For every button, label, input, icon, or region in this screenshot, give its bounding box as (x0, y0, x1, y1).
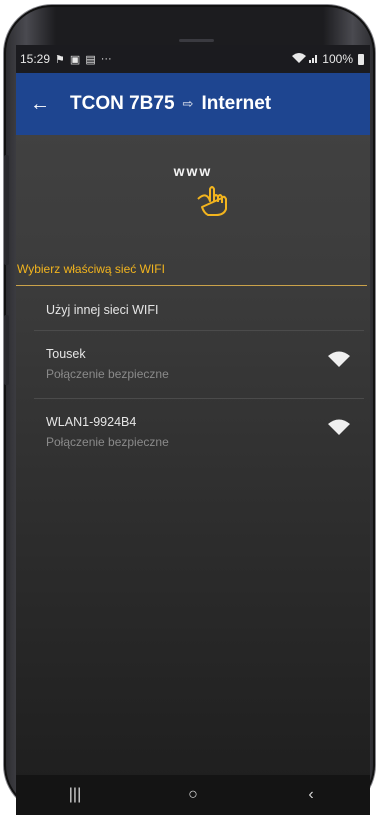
network-name: WLAN1-9924B4 (46, 415, 137, 429)
volume-button (4, 155, 9, 265)
wifi-icon (328, 351, 350, 367)
status-time: 15:29 (20, 52, 51, 66)
flag-icon: ⚑ (55, 53, 65, 66)
phone-frame: 15:29 ⚑ ▣ ▤ ··· 100% ← TCON 7B75 ⇨ Inter… (4, 5, 375, 815)
home-button[interactable]: ○ (173, 786, 213, 804)
other-network-item[interactable]: Użyj innej sieci WIFI (16, 301, 370, 329)
linkedin-icon: ▤ (85, 53, 96, 66)
section-divider (16, 285, 367, 286)
battery-percent: 100% (322, 52, 353, 66)
battery-icon (358, 53, 364, 65)
status-bar: 15:29 ⚑ ▣ ▤ ··· 100% (16, 45, 370, 73)
other-network-label: Użyj innej sieci WIFI (46, 303, 159, 317)
recent-apps-button[interactable]: ||| (55, 786, 95, 804)
arrow-right-icon: ⇨ (182, 96, 194, 111)
status-right: 100% (292, 52, 364, 66)
network-item-wlan1[interactable]: WLAN1-9924B4 Połączenie bezpieczne (16, 411, 370, 461)
network-name: Tousek (46, 347, 86, 361)
earpiece-speaker (179, 39, 214, 42)
cell-signal-icon (309, 52, 319, 66)
pointing-hand-icon (197, 186, 227, 216)
system-nav-bar: ||| ○ ‹ (16, 775, 370, 815)
back-button[interactable]: ‹ (291, 786, 331, 804)
target-title: Internet (201, 93, 272, 114)
section-title: Wybierz właściwą sieć WIFI (17, 262, 165, 276)
image-icon: ▣ (69, 53, 81, 66)
network-item-tousek[interactable]: Tousek Połączenie bezpieczne (16, 343, 370, 393)
screen: 15:29 ⚑ ▣ ▤ ··· 100% ← TCON 7B75 ⇨ Inter… (16, 45, 370, 815)
device-title: TCON 7B75 (70, 93, 175, 114)
www-label: www (173, 163, 213, 179)
more-notifications-icon: ··· (100, 53, 112, 65)
network-security: Połączenie bezpieczne (46, 435, 169, 449)
arrow-left-icon[interactable]: ← (30, 93, 50, 116)
list-divider (34, 330, 364, 331)
network-security: Połączenie bezpieczne (46, 367, 169, 381)
wifi-icon (328, 419, 350, 435)
wifi-signal-icon (292, 52, 307, 66)
list-divider (34, 398, 364, 399)
bixby-button (4, 315, 9, 385)
app-bar: ← TCON 7B75 ⇨ Internet (16, 73, 370, 135)
